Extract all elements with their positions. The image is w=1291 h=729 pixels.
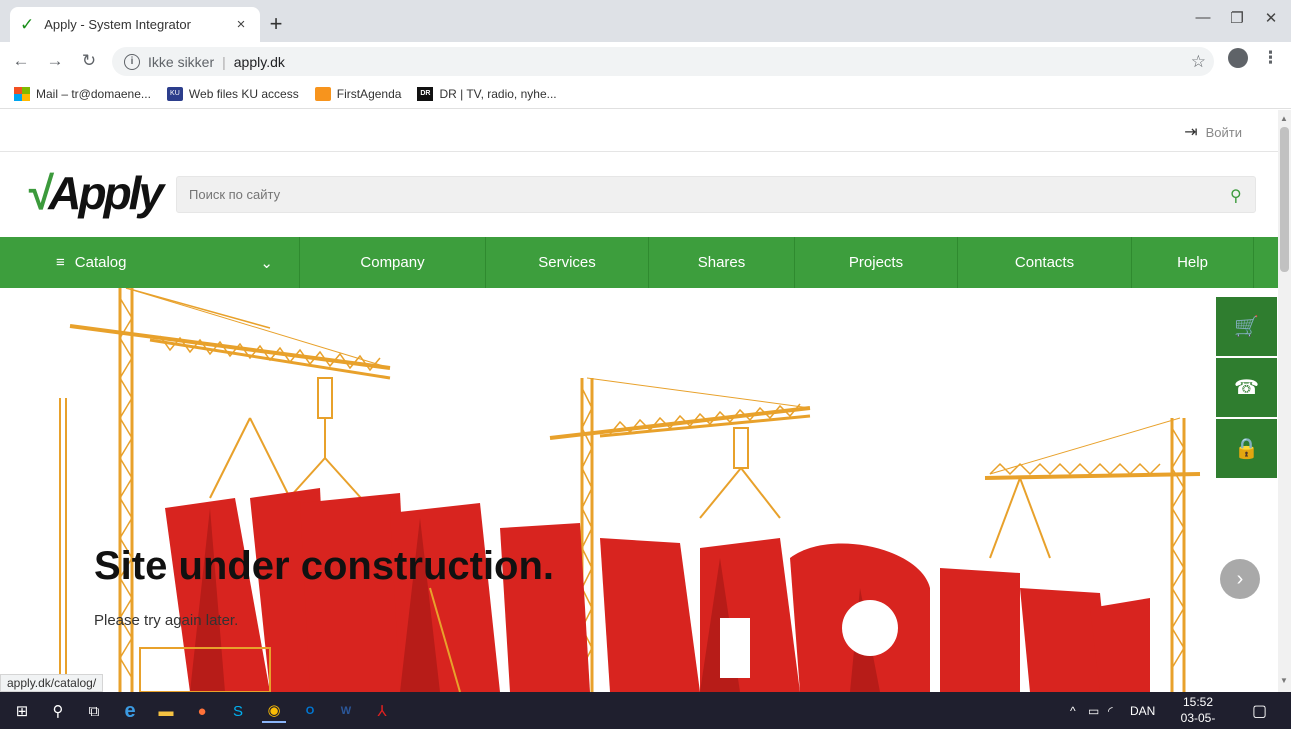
menu-dots-icon[interactable]: ⋮ <box>1262 48 1279 68</box>
bookmark-label: FirstAgenda <box>336 87 402 101</box>
info-icon[interactable]: i <box>124 53 140 70</box>
hamburger-icon: ≡ <box>56 254 65 271</box>
nav-shares[interactable]: Shares <box>649 237 795 288</box>
site-logo[interactable]: √Apply <box>26 166 164 220</box>
tab-title: Apply - System Integrator <box>44 17 191 32</box>
lock-button[interactable]: 🔒 <box>1216 419 1277 478</box>
browser-tab-bar: ✓ Apply - System Integrator × + — ❐ ✕ <box>0 0 1291 42</box>
url-text: apply.dk <box>233 53 285 70</box>
phone-icon: ☎ <box>1234 377 1259 399</box>
acrobat-icon[interactable]: ⅄ <box>370 699 394 723</box>
bookmark-mail[interactable]: Mail – tr@domaene... <box>14 87 151 101</box>
forward-arrow-icon[interactable]: → <box>44 51 66 71</box>
reload-icon[interactable]: ↻ <box>78 51 100 71</box>
logo-text: Apply <box>48 167 164 219</box>
back-arrow-icon[interactable]: ← <box>10 51 32 71</box>
language-indicator[interactable]: DAN <box>1130 692 1155 729</box>
word-icon[interactable]: W <box>334 699 358 723</box>
hero-title: Site under construction. <box>94 544 555 588</box>
web-page: ⇥ Войти √Apply ⚲ ≡ Catalog ⌄ Company Serv… <box>0 110 1278 692</box>
windows-taskbar: ⊞ ⚲ ⧉ e ▬ ● S ◉ O W ⅄ ^ ▭ ◜ DAN 15:52 03… <box>0 692 1291 729</box>
nav-services[interactable]: Services <box>486 237 649 288</box>
nav-contacts[interactable]: Contacts <box>958 237 1132 288</box>
wifi-icon[interactable]: ◜ <box>1108 692 1113 729</box>
scroll-down-icon[interactable]: ▼ <box>1280 676 1288 685</box>
cart-button[interactable]: 🛒 <box>1216 297 1277 356</box>
windows-start-icon[interactable]: ⊞ <box>10 699 34 723</box>
slider-next-button[interactable]: › <box>1220 559 1260 599</box>
login-label: Войти <box>1205 124 1242 140</box>
bookmark-label: Mail – tr@domaene... <box>36 87 151 101</box>
new-tab-button[interactable]: + <box>264 11 288 37</box>
notifications-icon[interactable]: ▢ <box>1252 692 1267 729</box>
internet-explorer-icon[interactable]: e <box>118 699 142 723</box>
page-scrollbar[interactable]: ▲ ▼ <box>1278 110 1291 692</box>
hero-banner: Site under construction. Please try agai… <box>0 288 1278 692</box>
nav-projects[interactable]: Projects <box>795 237 958 288</box>
microsoft-icon <box>14 87 30 101</box>
bookmark-ku[interactable]: KU Web files KU access <box>166 87 299 101</box>
chevron-down-icon: ⌄ <box>260 254 273 272</box>
tray-chevron-icon[interactable]: ^ <box>1070 692 1076 729</box>
close-tab-icon[interactable]: × <box>232 16 250 33</box>
phone-button[interactable]: ☎ <box>1216 358 1277 417</box>
address-separator: | <box>222 53 226 70</box>
firstagenda-icon <box>314 87 331 101</box>
bookmark-star-icon[interactable]: ☆ <box>1191 52 1206 72</box>
battery-icon[interactable]: ▭ <box>1088 692 1099 729</box>
hero-subtitle: Please try again later. <box>94 612 239 629</box>
skype-icon[interactable]: S <box>226 699 250 723</box>
ku-icon: KU <box>166 87 183 101</box>
scrollbar-thumb[interactable] <box>1280 127 1289 272</box>
construction-illustration <box>59 288 1201 692</box>
main-nav: ≡ Catalog ⌄ Company Services Shares Proje… <box>0 237 1278 288</box>
screen: ✓ Apply - System Integrator × + — ❐ ✕ ← … <box>0 0 1291 729</box>
clock-time: 15:52 <box>1182 695 1214 709</box>
cart-icon: 🛒 <box>1234 316 1259 338</box>
login-icon: ⇥ <box>1184 124 1198 141</box>
firefox-icon[interactable]: ● <box>190 699 214 723</box>
bookmark-dr[interactable]: DR DR | TV, radio, nyhe... <box>417 87 557 101</box>
search-icon[interactable]: ⚲ <box>1230 186 1242 206</box>
nav-catalog[interactable]: ≡ Catalog ⌄ <box>0 237 300 288</box>
dr-icon: DR <box>417 87 434 101</box>
file-explorer-icon[interactable]: ▬ <box>154 699 178 723</box>
nav-catalog-label: Catalog <box>74 254 127 271</box>
checkmark-favicon-icon: ✓ <box>20 14 35 34</box>
outlook-icon[interactable]: O <box>298 699 322 723</box>
bookmark-label: DR | TV, radio, nyhe... <box>439 87 557 101</box>
taskbar-clock[interactable]: 15:52 03-05-2020 <box>1168 694 1228 729</box>
lock-icon: 🔒 <box>1234 438 1259 460</box>
profile-avatar-icon[interactable] <box>1228 48 1248 68</box>
browser-tab[interactable]: ✓ Apply - System Integrator × <box>10 7 260 42</box>
nav-help[interactable]: Help <box>1132 237 1254 288</box>
site-header: √Apply ⚲ <box>0 152 1278 237</box>
clock-date: 03-05-2020 <box>1180 711 1216 729</box>
close-window-button[interactable]: ✕ <box>1256 9 1286 27</box>
bookmark-label: Web files KU access <box>188 87 299 101</box>
task-view-icon[interactable]: ⧉ <box>82 699 106 723</box>
login-link[interactable]: ⇥ Войти <box>1184 122 1242 142</box>
minimize-button[interactable]: — <box>1188 9 1218 26</box>
chevron-right-icon: › <box>1236 567 1244 590</box>
nav-company[interactable]: Company <box>300 237 486 288</box>
chrome-icon[interactable]: ◉ <box>262 699 286 723</box>
top-strip: ⇥ Войти <box>0 110 1278 152</box>
security-label: Ikke sikker <box>148 53 215 70</box>
address-bar[interactable]: i Ikke sikker | apply.dk ☆ <box>112 47 1214 76</box>
site-search-input[interactable] <box>176 176 1256 213</box>
search-icon[interactable]: ⚲ <box>46 699 70 723</box>
scroll-up-icon[interactable]: ▲ <box>1280 114 1288 123</box>
bookmark-firstagenda[interactable]: FirstAgenda <box>314 87 402 101</box>
browser-toolbar: ← → ↻ i Ikke sikker | apply.dk ☆ <box>0 42 1291 80</box>
status-url: apply.dk/catalog/ <box>0 674 104 692</box>
bookmarks-bar: Mail – tr@domaene... KU Web files KU acc… <box>0 80 1291 109</box>
restore-button[interactable]: ❐ <box>1222 9 1252 27</box>
